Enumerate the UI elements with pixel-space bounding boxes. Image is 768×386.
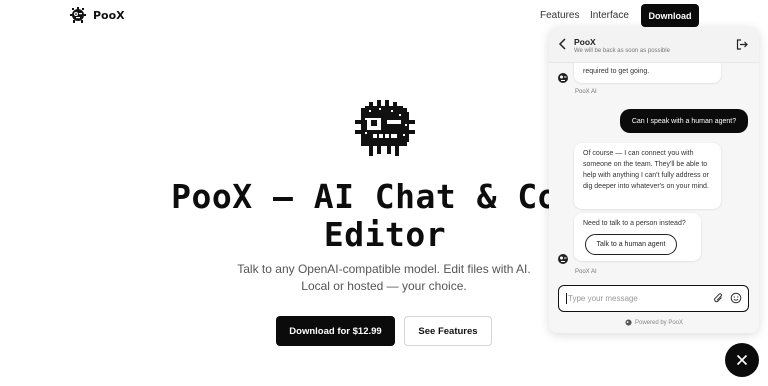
handoff-prompt-text: Need to talk to a person instead? [583, 220, 686, 227]
chat-title: PooX [574, 37, 596, 47]
hero-subtitle: Talk to any OpenAI-compatible model. Edi… [237, 262, 531, 293]
download-purchase-button[interactable]: Download for $12.99 [276, 316, 395, 346]
close-chat-button[interactable] [725, 343, 759, 377]
poox-mascot-icon [625, 319, 632, 326]
exit-chat-icon[interactable] [736, 39, 748, 50]
close-icon [736, 354, 748, 366]
brand-logo[interactable]: PooX [70, 7, 125, 23]
nav-download-button[interactable]: Download [641, 4, 699, 27]
text-caret [566, 293, 567, 304]
chat-message-input[interactable]: Type your message [558, 285, 749, 312]
input-placeholder: Type your message [568, 294, 638, 303]
bot-message-reply: Of course — I can connect you with someo… [574, 143, 721, 209]
hero-mascot-logo [355, 100, 415, 163]
chat-subtitle: We will be back as soon as possible [574, 48, 670, 54]
talk-to-human-button[interactable]: Talk to a human agent [585, 234, 677, 255]
bot-avatar-icon [558, 73, 568, 83]
poox-mascot-icon [70, 7, 86, 23]
powered-by-footer: Powered by PooX [549, 319, 759, 326]
user-message: Can I speak with a human agent? [620, 109, 748, 133]
poox-mascot-icon [355, 100, 415, 156]
smiley-icon[interactable] [730, 292, 742, 304]
chevron-left-icon[interactable] [558, 38, 568, 50]
chat-widget: PooX We will be back as soon as possible… [549, 27, 759, 333]
nav-link-interface[interactable]: Interface [590, 10, 629, 21]
brand-name: PooX [93, 8, 125, 22]
bot-message-text: required to get going. [583, 68, 650, 75]
chat-header: PooX We will be back as soon as possible [549, 27, 759, 63]
see-features-button[interactable]: See Features [404, 316, 492, 346]
bot-name-label: PooX AI [575, 269, 597, 275]
powered-by-text: Powered by PooX [634, 319, 684, 326]
paperclip-icon[interactable] [713, 292, 724, 304]
bot-avatar-icon [558, 254, 568, 264]
nav-link-features[interactable]: Features [540, 10, 579, 21]
bot-name-label: PooX AI [575, 89, 597, 95]
